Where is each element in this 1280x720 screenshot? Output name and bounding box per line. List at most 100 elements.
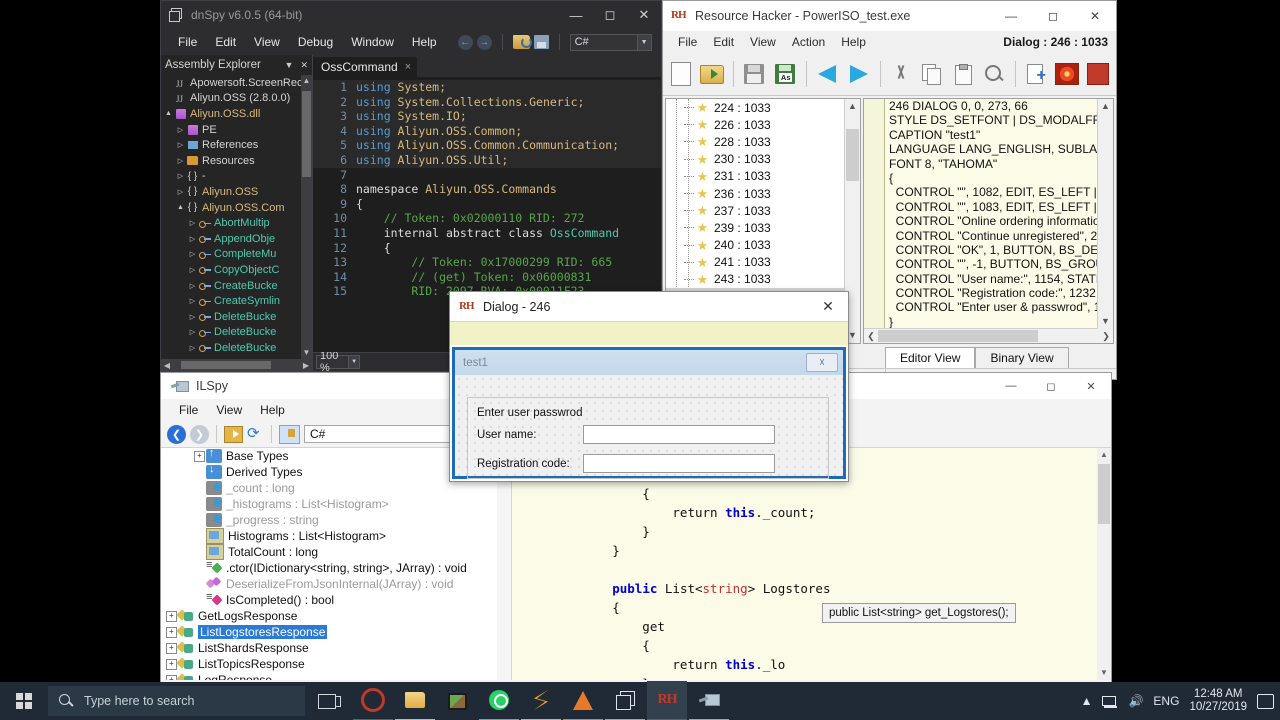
dnspy-menu-help[interactable]: Help — [403, 32, 446, 52]
assembly-tree-item[interactable]: ▲{ } Aliyun.OSS.Com — [161, 200, 312, 216]
assembly-tree-item[interactable]: ▷ DeleteBucke — [161, 340, 312, 356]
dnspy-icon[interactable] — [605, 681, 645, 720]
rh-editor-vscrollbar[interactable]: ▲ ▼ — [1097, 99, 1113, 329]
rh-script-editor[interactable]: 1246 DIALOG 0, 0, 273, 662STYLE DS_SETFO… — [863, 98, 1114, 344]
tree-expander-icon[interactable]: ▷ — [187, 297, 198, 305]
tree-expander-icon[interactable]: ▷ — [175, 188, 186, 196]
tree-expander-icon[interactable]: ▷ — [175, 126, 186, 134]
scroll-down-icon[interactable]: ▼ — [1097, 666, 1111, 680]
taskbar[interactable]: Type here to search RH ▲ 🔊 ENG 12:48 AM … — [0, 681, 1280, 720]
open-file-icon[interactable] — [698, 59, 726, 89]
ilspy-tree-item[interactable]: TotalCount : long — [161, 544, 511, 560]
ilspy-tree-item[interactable]: _histograms : List<Histogram> — [161, 496, 511, 512]
save-as-icon[interactable] — [771, 59, 799, 89]
ilspy-tree-vscrollbar[interactable] — [497, 448, 511, 680]
photos-icon[interactable] — [437, 682, 477, 720]
tree-expander-icon[interactable]: + — [165, 626, 178, 638]
rh-minimize-button[interactable]: — — [990, 1, 1032, 31]
rh-menu-action[interactable]: Action — [784, 33, 833, 51]
scroll-thumb[interactable] — [1098, 464, 1110, 524]
ilspy-tree-item[interactable]: + LogResponse — [161, 672, 511, 680]
tree-expander-icon[interactable]: ▷ — [175, 141, 186, 149]
rh-menu-edit[interactable]: Edit — [705, 33, 742, 51]
rh-menu-view[interactable]: View — [742, 33, 784, 51]
ilspy-tree-item[interactable]: _count : long — [161, 480, 511, 496]
scroll-up-icon[interactable]: ▲ — [1098, 99, 1113, 114]
ilspy-tree-item[interactable]: + ListLogstoresResponse — [161, 624, 511, 640]
tab-binary-view[interactable]: Binary View — [975, 347, 1069, 368]
dialog-preview-window[interactable]: RH Dialog - 246 ✕ test1 ☓ Enter user pas… — [449, 291, 849, 482]
tree-expander-icon[interactable]: ▷ — [187, 313, 198, 321]
ilspy-close-button[interactable]: ✕ — [1071, 373, 1111, 399]
back-arrow-icon[interactable]: ← — [457, 34, 473, 50]
ilspy-window-controls[interactable]: — ◻ ✕ — [991, 373, 1111, 399]
assembly-tree-item[interactable]: ▷ CreateBucke — [161, 278, 312, 294]
scroll-up-icon[interactable]: ▲ — [1097, 448, 1111, 462]
rh-resource-item[interactable]: ★ 241 : 1033 — [666, 254, 860, 271]
ilspy-tree-item[interactable]: + GetLogsResponse — [161, 608, 511, 624]
scroll-left-icon[interactable]: ❮ — [864, 331, 878, 342]
dnspy-window-controls[interactable]: — ◻ ✕ — [559, 1, 661, 29]
save-module-icon[interactable] — [533, 35, 549, 49]
language-indicator[interactable]: ENG — [1153, 694, 1179, 708]
ilspy-maximize-button[interactable]: ◻ — [1031, 373, 1071, 399]
opera-icon[interactable] — [353, 681, 393, 720]
dnspy-menu-debug[interactable]: Debug — [289, 32, 342, 52]
action-center-icon[interactable] — [1257, 693, 1274, 709]
rh-editor-hscrollbar[interactable]: ❮ ❯ — [864, 328, 1113, 343]
ilspy-tree-item[interactable]: .ctor(IDictionary<string, string>, JArra… — [161, 559, 511, 576]
assembly-tree-item[interactable]: ▷{ } Aliyun.OSS — [161, 184, 312, 200]
tree-expander-icon[interactable]: + — [193, 450, 206, 462]
dialog-input-registration-code[interactable] — [583, 454, 775, 473]
assembly-tree-item[interactable]: ▲ Aliyun.OSS.dll — [161, 106, 312, 122]
cut-icon[interactable] — [888, 59, 916, 89]
clock[interactable]: 12:48 AM 10/27/2019 — [1189, 688, 1247, 714]
rh-menu-file[interactable]: File — [670, 33, 705, 51]
rh-resource-item[interactable]: ★ 230 : 1033 — [666, 151, 860, 168]
forward-arrow-icon[interactable]: → — [476, 34, 492, 50]
rh-window-controls[interactable]: — ◻ ✕ — [990, 1, 1116, 31]
dialog-preview-form[interactable]: test1 ☓ Enter user passwrod User name: R… — [452, 347, 846, 479]
tree-expander-icon[interactable]: ▷ — [187, 219, 198, 227]
sublime-icon[interactable] — [521, 681, 561, 720]
taskbar-pinned-apps[interactable]: RH — [353, 681, 729, 720]
tree-expander-icon[interactable]: ▲ — [175, 204, 186, 211]
ilspy-tree-item[interactable]: DeserializeFromJsonInternal(JArray) : vo… — [161, 576, 511, 592]
open-folder-icon[interactable] — [512, 35, 532, 49]
rh-resource-item[interactable]: ★ 240 : 1033 — [666, 237, 860, 254]
tab-osscommand[interactable]: OssCommand × — [313, 57, 418, 77]
scroll-thumb[interactable] — [846, 129, 859, 181]
assembly-tree-item[interactable]: ▷ Resources — [161, 153, 312, 169]
assembly-tree-item[interactable]: ▷ PE — [161, 122, 312, 138]
ilspy-code-vscrollbar[interactable]: ▲ ▼ — [1097, 448, 1111, 680]
scroll-right-icon[interactable]: ❯ — [1099, 331, 1113, 342]
rh-resource-item[interactable]: ★ 236 : 1033 — [666, 185, 860, 202]
dnspy-maximize-button[interactable]: ◻ — [593, 1, 627, 29]
dnspy-menu-bar[interactable]: File Edit View Debug Window Help ← → C# … — [161, 29, 661, 55]
dnspy-close-button[interactable]: ✕ — [627, 1, 661, 29]
assembly-tree-item[interactable]: Apowersoft.ScreenReco — [161, 75, 312, 91]
assembly-tree-hscrollbar[interactable]: ◀ ▶ — [161, 359, 312, 371]
assembly-tree-item[interactable]: ▷ DeleteBucke — [161, 325, 312, 341]
dnspy-minimize-button[interactable]: — — [559, 1, 593, 29]
assembly-tree-item[interactable]: ▷ CopyObjectC — [161, 262, 312, 278]
scroll-down-icon[interactable]: ▼ — [301, 347, 312, 359]
delete-resource-icon[interactable] — [1084, 59, 1112, 89]
dialog-input-user-name[interactable] — [583, 425, 775, 444]
assembly-tree-item[interactable]: Aliyun.OSS (2.8.0.0) — [161, 91, 312, 107]
volume-icon[interactable]: 🔊 — [1128, 694, 1143, 708]
show-hidden-icons-icon[interactable]: ▲ — [1081, 694, 1093, 708]
add-resource-icon[interactable] — [1023, 59, 1051, 89]
dnspy-toolbar[interactable]: ← → C# ▼ ↶ ↷ — [457, 33, 661, 51]
tree-expander-icon[interactable]: ▲ — [163, 110, 174, 117]
forward-arrow-icon[interactable] — [845, 59, 873, 89]
panel-menu-icon[interactable]: ▼ — [285, 60, 294, 71]
rh-close-button[interactable]: ✕ — [1074, 1, 1116, 31]
ilspy-tree-item[interactable]: + ListShardsResponse — [161, 640, 511, 656]
rh-resource-item[interactable]: ★ 239 : 1033 — [666, 219, 860, 236]
task-view-icon[interactable] — [305, 682, 349, 720]
tree-expander-icon[interactable]: + — [165, 658, 178, 670]
tree-expander-icon[interactable]: ▷ — [187, 328, 198, 336]
save-icon[interactable] — [741, 59, 769, 89]
zoom-combo[interactable]: 100 % ▼ — [316, 350, 360, 374]
